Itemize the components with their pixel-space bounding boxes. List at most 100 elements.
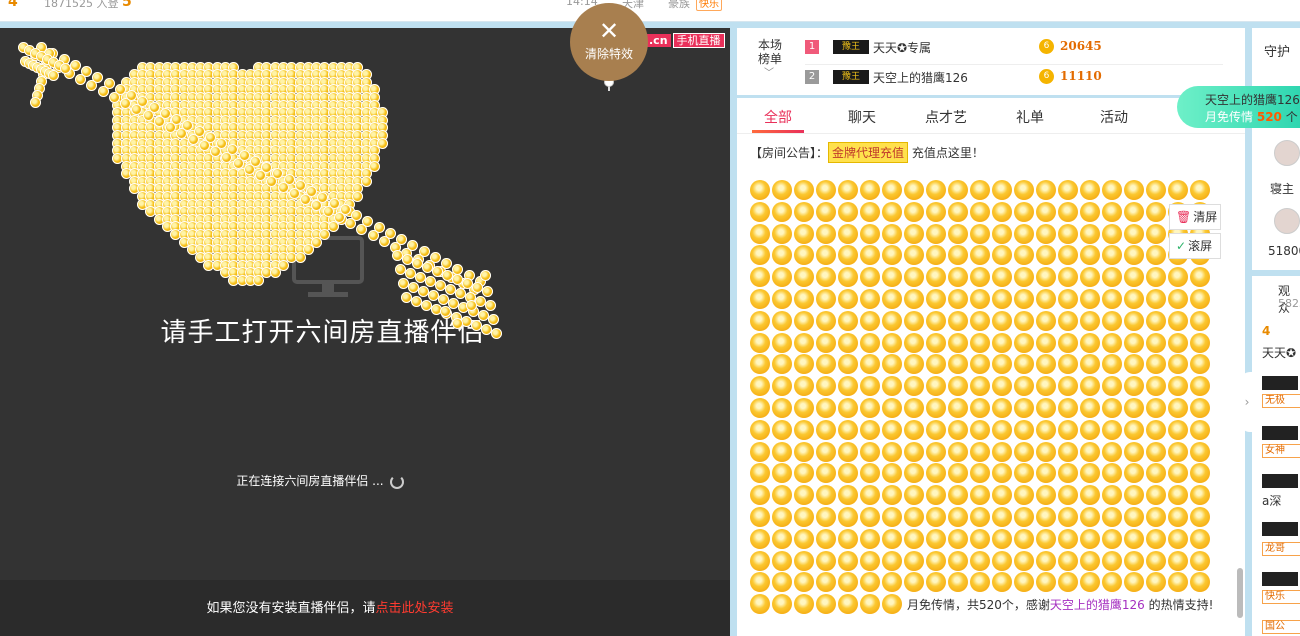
close-icon: ✕ <box>598 17 620 45</box>
tab-activity[interactable]: 活动 <box>1100 107 1128 127</box>
gift-coin-icon <box>816 594 836 615</box>
gift-coin-icon <box>926 463 946 484</box>
gift-coin-icon <box>816 245 836 266</box>
family-tag[interactable]: 快乐 <box>696 0 722 11</box>
rank-divider <box>805 64 1223 65</box>
clear-effects-button[interactable]: ✕ 清除特效 <box>570 3 648 81</box>
gift-coin-icon <box>351 210 362 221</box>
gift-coin-icon <box>948 376 968 397</box>
gift-coin-icon <box>772 572 792 593</box>
gift-coin-icon <box>750 419 770 440</box>
mobile-live-badge[interactable]: 手机直播 <box>672 33 725 48</box>
gift-coin-icon <box>1168 289 1188 309</box>
gift-coin-icon <box>926 550 946 571</box>
gold-agent-recharge-link[interactable]: 金牌代理充值 <box>828 142 909 163</box>
gift-coin-icon <box>860 223 880 244</box>
fan-badge: 龙哥 <box>1262 542 1300 556</box>
tab-chat[interactable]: 聊天 <box>848 107 876 127</box>
gift-coin-icon <box>1146 507 1166 527</box>
tab-gift-list[interactable]: 礼单 <box>1016 107 1044 127</box>
gift-coin-icon <box>992 354 1012 375</box>
gift-coin-icon <box>772 594 792 615</box>
active-tab-indicator <box>752 130 804 133</box>
gift-coin-icon <box>1190 419 1210 440</box>
rank-label[interactable]: 本场 榜单 <box>755 38 785 66</box>
install-link[interactable]: 点击此处安装 <box>376 601 454 616</box>
gift-coin-icon <box>860 376 880 397</box>
tab-talent[interactable]: 点才艺 <box>925 107 967 127</box>
coin-icon: 6 <box>1039 69 1054 84</box>
gift-coin-icon <box>794 354 814 375</box>
gift-coin-icon <box>1036 528 1056 549</box>
chevron-down-icon[interactable]: ﹀ <box>764 64 774 79</box>
gift-coin-icon <box>339 204 351 215</box>
clear-effects-label: 清除特效 <box>584 47 633 61</box>
gift-coin-icon <box>1080 289 1100 309</box>
gift-coin-grid <box>750 180 1212 616</box>
tab-all[interactable]: 全部 <box>764 107 792 127</box>
gift-coin-icon <box>992 572 1012 593</box>
gift-coin-icon <box>904 332 924 353</box>
gift-coin-icon <box>1124 245 1144 266</box>
gift-coin-icon <box>1168 354 1188 375</box>
rank-row[interactable]: 2 豫王 天空上的猎鹰126 6 11110 <box>805 66 1225 92</box>
gift-coin-icon <box>1102 398 1122 418</box>
gift-coin-icon <box>1146 550 1166 571</box>
gift-coin-icon <box>103 78 115 89</box>
gift-coin-icon <box>1146 376 1166 397</box>
clear-screen-button[interactable]: 🗑 清屏 <box>1169 204 1221 230</box>
gift-coin-icon <box>794 594 814 615</box>
gift-coin-icon <box>1102 201 1122 222</box>
gift-coin-icon <box>1190 332 1210 353</box>
notice-suffix[interactable]: 充值点这里！ <box>912 146 984 160</box>
guard-title[interactable]: 守护 <box>1264 41 1290 60</box>
check-circle-icon: ✓ <box>1176 239 1187 253</box>
gift-coin-icon <box>482 286 493 297</box>
gift-coin-icon <box>1124 463 1144 484</box>
gift-coin-icon <box>750 463 770 484</box>
gift-coin-icon <box>1014 550 1034 571</box>
gift-coin-icon <box>1102 528 1122 549</box>
rank-user-name[interactable]: 天空上的猎鹰126 <box>873 69 968 86</box>
audience-user[interactable]: 天天✪ <box>1262 344 1296 361</box>
gift-coin-icon <box>1190 180 1210 200</box>
rank-user-name[interactable]: 天天✪专属 <box>873 39 931 56</box>
gift-coin-icon <box>860 550 880 571</box>
gift-coin-icon <box>1080 376 1100 397</box>
gift-coin-icon <box>926 485 946 506</box>
gift-coin-icon <box>926 441 946 462</box>
avatar[interactable] <box>1274 208 1300 234</box>
msg-user[interactable]: 天空上的猎鹰126 <box>1050 598 1145 612</box>
gift-popup-count: 520 <box>1256 110 1282 124</box>
gift-coin-icon <box>838 201 858 222</box>
chat-scrollbar[interactable] <box>1237 568 1243 618</box>
loading-spinner-icon <box>389 474 404 489</box>
noble-badge: 豫王 <box>833 40 869 54</box>
rank-row[interactable]: 1 豫王 天天✪专属 6 20645 <box>805 36 1225 62</box>
gift-coin-icon <box>1080 267 1100 288</box>
gift-coin-icon <box>838 398 858 418</box>
gift-coin-icon <box>1168 398 1188 418</box>
gift-coin-icon <box>1168 441 1188 462</box>
gift-coin-icon <box>1058 223 1078 244</box>
gift-coin-icon <box>948 507 968 527</box>
gift-coin-icon <box>904 223 924 244</box>
gift-coin-icon <box>838 485 858 506</box>
gift-coin-icon <box>882 594 902 615</box>
gift-coin-icon <box>1102 485 1122 506</box>
gift-coin-icon <box>1080 398 1100 418</box>
install-hint: 如果您没有安装直播伴侣，请点击此处安装 <box>0 597 660 616</box>
gift-coin-icon <box>1036 245 1056 266</box>
gift-coin-icon <box>838 310 858 331</box>
scroll-screen-button[interactable]: ✓ 滚屏 <box>1169 233 1221 259</box>
gift-coin-icon <box>882 419 902 440</box>
gift-coin-icon <box>970 245 990 266</box>
gift-coin-icon <box>882 310 902 331</box>
gift-coin-icon <box>114 84 126 95</box>
chevron-right-icon[interactable]: › <box>1240 372 1254 432</box>
audience-user[interactable]: a深 <box>1262 492 1281 509</box>
fan-badge: 国公 <box>1262 620 1300 634</box>
video-headline: 请手工打开六间房直播伴侣 <box>160 318 485 348</box>
avatar[interactable] <box>1274 140 1300 166</box>
gift-coin-icon <box>860 201 880 222</box>
